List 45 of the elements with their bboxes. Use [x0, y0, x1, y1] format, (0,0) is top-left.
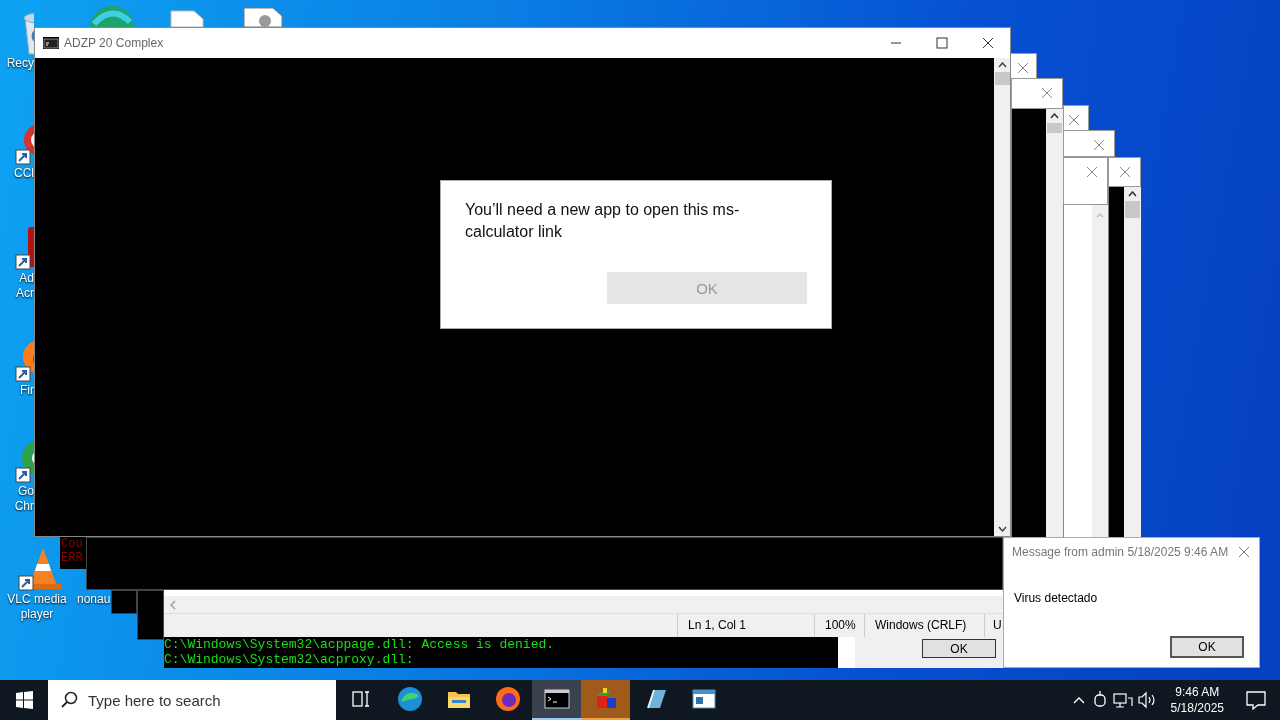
- console-text: Cou: [61, 537, 84, 551]
- close-icon[interactable]: [1086, 166, 1098, 178]
- icon-label: CCl: [14, 166, 34, 181]
- message-title: Message from admin 5/18/2025 9:46 AM: [1012, 545, 1229, 559]
- search-icon: [60, 690, 80, 710]
- console-text: C:\Windows\System32\acproxy.dll:: [164, 652, 415, 667]
- close-icon[interactable]: [1119, 166, 1131, 178]
- scrollbar-thumb[interactable]: [1047, 123, 1062, 133]
- icon-label: Fir: [20, 383, 34, 398]
- close-icon[interactable]: [1017, 62, 1029, 74]
- cube-icon[interactable]: [581, 680, 630, 720]
- ok-button[interactable]: OK: [922, 639, 996, 658]
- console-text: ERR: [61, 551, 84, 565]
- scroll-up-icon[interactable]: [1128, 191, 1137, 197]
- traffic-cone-icon[interactable]: [17, 546, 61, 592]
- console-icon: [43, 37, 59, 49]
- icon-label: Chr: [14, 499, 34, 514]
- dialog-message: You’ll need a new app to open this ms-calculator link: [465, 200, 741, 242]
- clock[interactable]: 9:46 AM 5/18/2025: [1158, 684, 1232, 716]
- console-text: C:\Windows\System32\acppage.dll: Access is denied.: [164, 637, 556, 652]
- document-icon[interactable]: [14, 225, 34, 271]
- icon-label: Recy: [6, 56, 34, 71]
- ok-button[interactable]: OK: [1170, 636, 1244, 658]
- scroll-down-icon[interactable]: [997, 526, 1007, 532]
- clock-time: 9:46 AM: [1175, 684, 1220, 700]
- console-icon[interactable]: [532, 680, 581, 720]
- close-icon[interactable]: [1068, 114, 1080, 126]
- scrollbar-thumb[interactable]: [994, 72, 1010, 85]
- clock-date: 5/18/2025: [1170, 700, 1224, 716]
- close-icon[interactable]: [1093, 139, 1105, 151]
- icon-label: nonau: [77, 592, 111, 607]
- search-field[interactable]: Type here to search: [48, 680, 336, 720]
- icon-label: Acr: [16, 286, 34, 301]
- scroll-up-icon[interactable]: [997, 62, 1007, 68]
- icon-label: Ad: [19, 271, 34, 286]
- close-icon[interactable]: [1041, 87, 1053, 99]
- scroll-up-icon[interactable]: [1050, 113, 1059, 119]
- window-title: ADZP 20 Complex: [64, 36, 164, 50]
- icon-label: Go: [18, 484, 34, 499]
- message-text: Virus detectado: [1014, 591, 1098, 605]
- icon-label: VLC media: [7, 592, 67, 607]
- icon-label: player: [20, 607, 54, 622]
- close-icon[interactable]: [1238, 546, 1250, 558]
- document-icon[interactable]: [243, 7, 283, 27]
- scrollbar-thumb[interactable]: [1125, 201, 1140, 218]
